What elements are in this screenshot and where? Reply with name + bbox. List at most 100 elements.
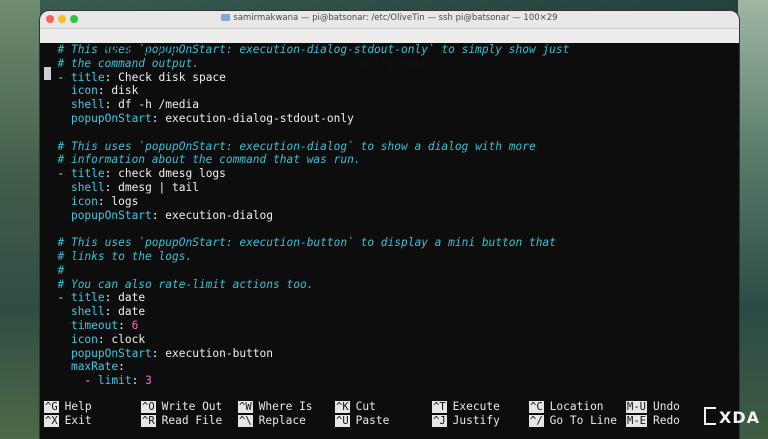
file-line[interactable]: # You can also rate-limit actions too. [44, 278, 739, 292]
yaml-colon: : [104, 167, 119, 181]
file-line[interactable]: timeout: 6 [44, 319, 739, 333]
yaml-value: dmesg | tail [118, 180, 199, 194]
yaml-key: limit [97, 374, 132, 388]
shortcut-undo[interactable]: M-U Undo [626, 400, 680, 414]
text-cursor [44, 67, 51, 80]
file-line[interactable]: - title: date [44, 291, 739, 305]
file-line[interactable]: shell: date [44, 305, 739, 319]
yaml-colon: : [151, 111, 166, 125]
yaml-key: icon [70, 194, 98, 208]
yaml-key: shell [70, 180, 105, 194]
yaml-key: title [70, 291, 105, 305]
yaml-colon: : [104, 291, 119, 305]
file-line[interactable]: icon: logs [44, 195, 739, 209]
shortcut-label: Location [549, 400, 604, 413]
yaml-comment: # This uses `popupOnStart: execution-but… [57, 236, 556, 250]
yaml-key: shell [70, 305, 105, 319]
yaml-value: check dmesg logs [118, 167, 226, 181]
yaml-key: popupOnStart [70, 346, 152, 360]
file-line[interactable]: # links to the logs. [44, 250, 739, 264]
desktop-wallpaper-left [0, 0, 40, 439]
shortcut-location[interactable]: ^C Location [529, 400, 604, 414]
yaml-key: timeout [70, 318, 119, 332]
shortcut-label: Write Out [161, 400, 223, 413]
terminal-window[interactable]: samirmakwana — pi@batsonar: /etc/OliveTi… [40, 11, 739, 439]
xda-watermark: XDA [704, 407, 760, 427]
file-line[interactable]: popupOnStart: execution-dialog-stdout-on… [44, 112, 739, 126]
shortcut-key: ^W [238, 401, 253, 413]
shortcut-write-out[interactable]: ^O Write Out [141, 400, 222, 414]
shortcut-where-is[interactable]: ^W Where Is [238, 400, 313, 414]
file-line[interactable]: icon: clock [44, 333, 739, 347]
shortcut-key: M-U [626, 401, 647, 413]
yaml-value: execution-button [165, 346, 274, 360]
folder-icon [221, 14, 231, 21]
yaml-colon: : [151, 208, 166, 222]
file-body[interactable]: # This uses `popupOnStart: execution-dia… [44, 43, 739, 388]
yaml-key: shell [70, 98, 105, 112]
yaml-value: execution-dialog-stdout-only [165, 111, 354, 125]
yaml-colon: : [104, 70, 119, 84]
shortcut-label: Help [64, 400, 92, 413]
yaml-key: icon [70, 84, 98, 98]
yaml-value: logs [111, 194, 139, 208]
yaml-colon: : [131, 374, 146, 388]
file-line[interactable]: # [44, 264, 739, 278]
yaml-colon: : [104, 305, 119, 319]
window-titlebar[interactable]: samirmakwana — pi@batsonar: /etc/OliveTi… [40, 11, 739, 29]
yaml-list-dash: - [57, 291, 71, 305]
file-line[interactable] [44, 126, 739, 140]
shortcut-label: Exit [64, 414, 92, 427]
shortcut-paste[interactable]: ^U Paste [335, 414, 389, 428]
shortcut-key: M-E [626, 415, 647, 427]
shortcut-read-file[interactable]: ^R Read File [141, 414, 222, 428]
shortcut-redo[interactable]: M-E Redo [626, 414, 680, 428]
yaml-value: clock [111, 332, 146, 346]
shortcut-key: ^T [432, 401, 447, 413]
file-line[interactable]: shell: df -h /media [44, 98, 739, 112]
yaml-value: disk [111, 84, 139, 98]
shortcut-row: ^X Exit ^R Read File ^\ Replace ^U Paste ^J Justi… [44, 414, 734, 428]
nano-shortcut-bar: ^G Help ^O Write Out ^W Where Is ^K Cut ^T Execut… [44, 400, 734, 428]
yaml-value: df -h /media [118, 98, 199, 112]
file-line[interactable]: popupOnStart: execution-button [44, 347, 739, 361]
shortcut-help[interactable]: ^G Help [44, 400, 92, 414]
yaml-colon: : [118, 360, 125, 374]
terminal-content[interactable]: GNU nano 7.2 config.yaml # This uses `po… [40, 29, 739, 388]
shortcut-cut[interactable]: ^K Cut [335, 400, 376, 414]
shortcut-go-to-line[interactable]: ^/ Go To Line [529, 414, 617, 428]
shortcut-label: Cut [355, 400, 376, 413]
shortcut-replace[interactable]: ^\ Replace [238, 414, 306, 428]
file-line[interactable]: maxRate: [44, 360, 739, 374]
yaml-list-dash: - [84, 374, 98, 388]
file-line[interactable]: # This uses `popupOnStart: execution-but… [44, 236, 739, 250]
file-line[interactable]: shell: dmesg | tail [44, 181, 739, 195]
file-line[interactable]: # This uses `popupOnStart: execution-dia… [44, 140, 739, 154]
yaml-comment: # links to the logs. [57, 249, 193, 263]
shortcut-label: Replace [258, 414, 306, 427]
yaml-value: 6 [131, 318, 139, 332]
shortcut-key: ^R [141, 415, 156, 427]
shortcut-key: ^G [44, 401, 59, 413]
file-line[interactable]: - limit: 3 [44, 374, 739, 388]
file-line[interactable]: - title: check dmesg logs [44, 167, 739, 181]
yaml-colon: : [104, 98, 119, 112]
yaml-value: date [118, 305, 146, 319]
shortcut-key: ^\ [238, 415, 253, 427]
shortcut-execute[interactable]: ^T Execute [432, 400, 500, 414]
shortcut-exit[interactable]: ^X Exit [44, 414, 92, 428]
file-line[interactable]: - title: Check disk space [44, 71, 739, 85]
shortcut-label: Redo [652, 414, 680, 427]
nano-filename: config.yaml [352, 57, 427, 70]
shortcut-key: ^J [432, 415, 447, 427]
shortcut-justify[interactable]: ^J Justify [432, 414, 500, 428]
file-line[interactable]: # information about the command that was… [44, 153, 739, 167]
yaml-comment: # This uses `popupOnStart: execution-dia… [57, 139, 536, 153]
yaml-comment: # [57, 263, 65, 277]
shortcut-label: Undo [652, 400, 680, 413]
shortcut-label: Go To Line [549, 414, 618, 427]
file-line[interactable]: icon: disk [44, 84, 739, 98]
file-line[interactable]: popupOnStart: execution-dialog [44, 209, 739, 223]
yaml-comment: # You can also rate-limit actions too. [57, 277, 314, 291]
file-line[interactable] [44, 222, 739, 236]
